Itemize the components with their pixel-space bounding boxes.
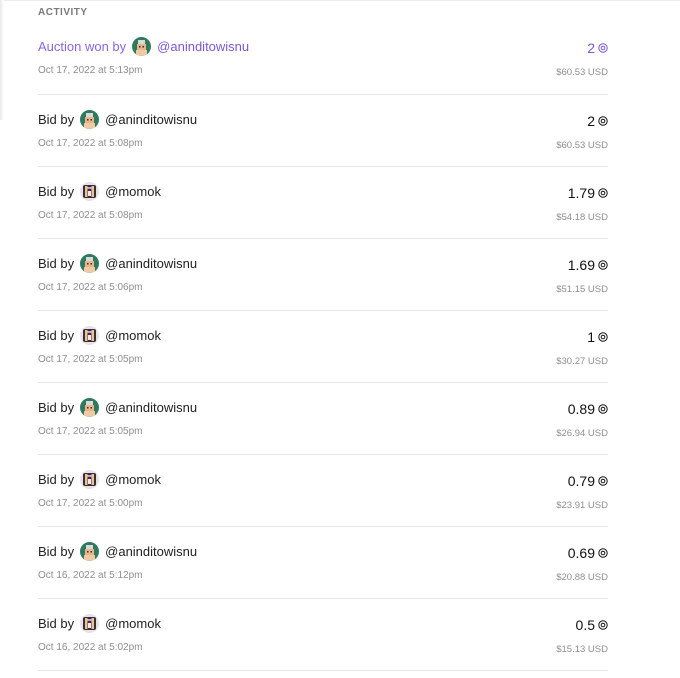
user-handle-link[interactable]: @aninditowisnu <box>157 39 249 54</box>
top-divider <box>0 0 680 1</box>
bid-amount: 2 <box>587 113 608 129</box>
activity-timestamp: Oct 17, 2022 at 5:00pm <box>38 498 143 509</box>
bid-amount: 2 <box>587 40 608 56</box>
avatar[interactable] <box>80 254 100 273</box>
activity-row-3: Bid by @momok Oct 17, 2022 at 5:08pm 1.7… <box>38 167 608 239</box>
activity-timestamp: Oct 16, 2022 at 5:12pm <box>38 570 143 581</box>
activity-label: Bid by <box>38 328 75 343</box>
activity-heading: ACTIVITY <box>38 7 88 18</box>
avatar[interactable] <box>80 182 100 201</box>
user-handle-link[interactable]: @aninditowisnu <box>105 256 197 271</box>
amount-value: 2 <box>587 113 595 129</box>
avatar[interactable] <box>80 470 100 489</box>
activity-timestamp: Oct 17, 2022 at 5:05pm <box>38 426 143 437</box>
amount-value: 0.79 <box>567 473 595 489</box>
bid-amount: 0.69 <box>568 545 608 561</box>
tezos-icon <box>598 116 608 126</box>
activity-timestamp: Oct 17, 2022 at 5:08pm <box>38 138 143 149</box>
activity-line: Bid by @aninditowisnu <box>38 542 197 561</box>
tezos-icon <box>598 332 608 342</box>
activity-line: Bid by @momok <box>38 470 161 489</box>
activity-row-1: Auction won by @aninditowisnu Oct 17, 20… <box>38 22 608 95</box>
activity-line: Bid by @momok <box>38 182 161 201</box>
activity-line: Bid by @momok <box>38 326 161 345</box>
activity-label: Bid by <box>38 472 75 487</box>
user-handle-link[interactable]: @aninditowisnu <box>105 112 197 127</box>
usd-value: $54.18 USD <box>556 212 608 223</box>
activity-timestamp: Oct 17, 2022 at 5:08pm <box>38 210 143 221</box>
user-handle-link[interactable]: @aninditowisnu <box>105 544 197 559</box>
bid-amount: 1.69 <box>568 257 608 273</box>
tezos-icon <box>598 260 608 270</box>
activity-line: Bid by @aninditowisnu <box>38 110 197 129</box>
bid-amount: 0.89 <box>568 401 608 417</box>
user-handle-link[interactable]: @aninditowisnu <box>105 400 197 415</box>
left-edge-shadow <box>0 0 4 120</box>
usd-value: $51.15 USD <box>556 284 608 295</box>
activity-row-2: Bid by @aninditowisnu Oct 17, 2022 at 5:… <box>38 95 608 167</box>
amount-value: 0.69 <box>567 545 595 561</box>
activity-list: Auction won by @aninditowisnu Oct 17, 20… <box>38 22 608 671</box>
activity-line: Bid by @aninditowisnu <box>38 254 197 273</box>
activity-timestamp: Oct 17, 2022 at 5:13pm <box>38 65 143 76</box>
amount-value: 1.69 <box>567 257 595 273</box>
avatar[interactable] <box>80 614 100 633</box>
avatar[interactable] <box>80 326 100 345</box>
tezos-icon <box>598 476 608 486</box>
bid-amount: 1.79 <box>568 185 608 201</box>
usd-value: $15.13 USD <box>556 644 608 655</box>
usd-value: $23.91 USD <box>556 500 608 511</box>
activity-timestamp: Oct 17, 2022 at 5:06pm <box>38 282 143 293</box>
avatar[interactable] <box>80 542 100 561</box>
activity-timestamp: Oct 17, 2022 at 5:05pm <box>38 354 143 365</box>
activity-row-7: Bid by @momok Oct 17, 2022 at 5:00pm 0.7… <box>38 455 608 527</box>
activity-label: Bid by <box>38 544 75 559</box>
activity-row-5: Bid by @momok Oct 17, 2022 at 5:05pm 1 $… <box>38 311 608 383</box>
activity-line: Bid by @momok <box>38 614 161 633</box>
tezos-icon <box>598 620 608 630</box>
avatar[interactable] <box>80 398 100 417</box>
usd-value: $26.94 USD <box>556 428 608 439</box>
activity-row-4: Bid by @aninditowisnu Oct 17, 2022 at 5:… <box>38 239 608 311</box>
usd-value: $60.53 USD <box>556 67 608 78</box>
activity-row-9: Bid by @momok Oct 16, 2022 at 5:02pm 0.5… <box>38 599 608 671</box>
activity-row-8: Bid by @aninditowisnu Oct 16, 2022 at 5:… <box>38 527 608 599</box>
usd-value: $30.27 USD <box>556 356 608 367</box>
activity-timestamp: Oct 16, 2022 at 5:02pm <box>38 642 143 653</box>
usd-value: $60.53 USD <box>556 140 608 151</box>
bid-amount: 1 <box>587 329 608 345</box>
activity-label: Auction won by <box>38 39 127 54</box>
usd-value: $20.88 USD <box>556 572 608 583</box>
activity-label: Bid by <box>38 256 75 271</box>
bid-amount: 0.79 <box>568 473 608 489</box>
user-handle-link[interactable]: @momok <box>105 616 161 631</box>
user-handle-link[interactable]: @momok <box>105 472 161 487</box>
activity-row-6: Bid by @aninditowisnu Oct 17, 2022 at 5:… <box>38 383 608 455</box>
activity-label: Bid by <box>38 112 75 127</box>
amount-value: 0.5 <box>575 617 595 633</box>
amount-value: 1.79 <box>567 185 595 201</box>
activity-label: Bid by <box>38 616 75 631</box>
user-handle-link[interactable]: @momok <box>105 184 161 199</box>
tezos-icon <box>598 43 608 53</box>
activity-line: Bid by @aninditowisnu <box>38 398 197 417</box>
user-handle-link[interactable]: @momok <box>105 328 161 343</box>
activity-line: Auction won by @aninditowisnu <box>38 37 249 56</box>
tezos-icon <box>598 548 608 558</box>
bid-amount: 0.5 <box>576 617 608 633</box>
amount-value: 2 <box>587 40 595 56</box>
tezos-icon <box>598 188 608 198</box>
activity-label: Bid by <box>38 184 75 199</box>
avatar[interactable] <box>80 110 100 129</box>
activity-label: Bid by <box>38 400 75 415</box>
avatar[interactable] <box>132 37 152 56</box>
tezos-icon <box>598 404 608 414</box>
amount-value: 1 <box>587 329 595 345</box>
amount-value: 0.89 <box>567 401 595 417</box>
